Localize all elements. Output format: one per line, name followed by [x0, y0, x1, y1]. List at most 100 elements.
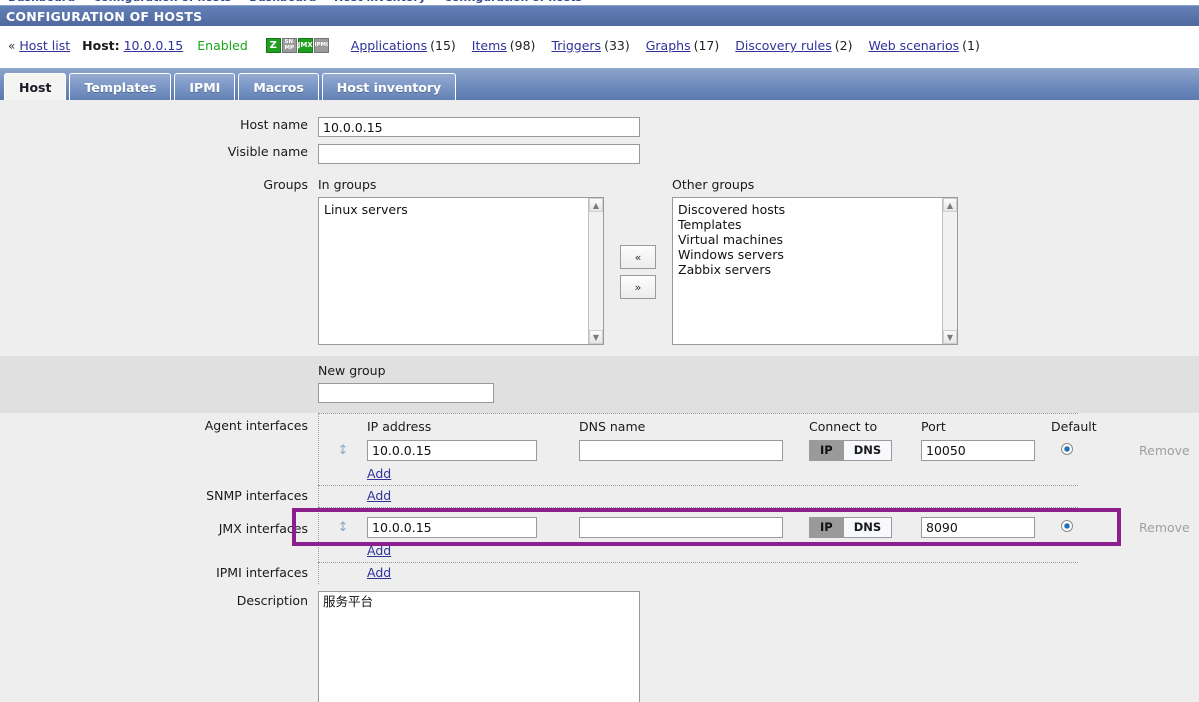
- ipmi-add-row: Add: [319, 563, 1078, 584]
- applications-count: (15): [430, 38, 456, 53]
- jmx-dns-input[interactable]: [579, 516, 783, 538]
- jmx-connect-to-toggle: IP DNS: [809, 516, 893, 538]
- list-item[interactable]: Templates: [678, 217, 953, 232]
- other-groups-caption: Other groups: [672, 177, 755, 192]
- ipmi-add-link[interactable]: Add: [367, 565, 391, 580]
- back-chevron-icon[interactable]: «: [8, 39, 15, 53]
- triggers-link-group: Triggers (33): [551, 38, 629, 53]
- other-groups-listbox[interactable]: Discovered hosts Templates Virtual machi…: [672, 197, 958, 345]
- jmx-default-radio[interactable]: [1061, 519, 1073, 532]
- col-ip-address: IP address: [367, 418, 432, 434]
- page-title: CONFIGURATION OF HOSTS: [6, 9, 203, 24]
- description-textarea[interactable]: 服务平台: [318, 591, 640, 702]
- tab-host[interactable]: Host: [4, 73, 67, 100]
- list-item[interactable]: Discovered hosts: [678, 202, 953, 217]
- agent-dns-input[interactable]: [579, 439, 783, 461]
- breadcrumb-items: Dashboard Configuration of hosts Dashboa…: [8, 0, 596, 4]
- jmx-interfaces-label: JMX interfaces: [218, 521, 308, 536]
- list-item[interactable]: Windows servers: [678, 247, 953, 262]
- snmp-add-link[interactable]: Add: [367, 488, 391, 503]
- snmp-add-row: Add: [319, 486, 1078, 507]
- list-item[interactable]: Zabbix servers: [678, 262, 953, 277]
- new-group-input[interactable]: [318, 383, 494, 403]
- web-scenarios-link[interactable]: Web scenarios: [868, 38, 959, 53]
- applications-link[interactable]: Applications: [351, 38, 427, 53]
- drag-handle-icon[interactable]: ↕: [319, 443, 367, 458]
- agent-connect-ip-option[interactable]: IP: [810, 440, 843, 460]
- host-name-row: Host name: [0, 100, 1199, 137]
- in-groups-caption: In groups: [318, 177, 377, 192]
- tab-macros[interactable]: Macros: [238, 73, 319, 100]
- tab-host-inventory[interactable]: Host inventory: [321, 73, 457, 100]
- page-title-bar: CONFIGURATION OF HOSTS: [0, 5, 1199, 26]
- zabbix-agent-availability-icon[interactable]: Z: [265, 38, 281, 53]
- jmx-connect-dns-option[interactable]: DNS: [842, 517, 892, 537]
- web-scenarios-count: (1): [962, 38, 980, 53]
- breadcrumb-item[interactable]: Configuration of hosts: [93, 0, 231, 4]
- host-status-badge[interactable]: Enabled: [197, 38, 248, 53]
- jmx-add-row: Add: [319, 541, 1078, 562]
- host-name-link[interactable]: 10.0.0.15: [124, 38, 184, 53]
- host-label: Host:: [82, 38, 120, 53]
- snmp-interfaces-table: Add: [318, 485, 1078, 507]
- groups-label: Groups: [263, 177, 308, 192]
- host-configuration-page: Dashboard Configuration of hosts Dashboa…: [0, 0, 1199, 702]
- scroll-up-icon[interactable]: ▲: [589, 198, 603, 212]
- breadcrumb-item[interactable]: Dashboard: [8, 0, 75, 4]
- visible-name-input[interactable]: [318, 144, 640, 164]
- agent-interfaces-table: IP address DNS name Connect to Port Defa…: [318, 413, 1190, 485]
- ipmi-availability-icon[interactable]: IPMI: [313, 38, 329, 53]
- discovery-rules-link-group: Discovery rules (2): [735, 38, 852, 53]
- jmx-ip-input[interactable]: [367, 516, 537, 538]
- agent-port-input[interactable]: [921, 439, 1035, 461]
- agent-add-link[interactable]: Add: [367, 466, 391, 481]
- scroll-down-icon[interactable]: ▼: [943, 330, 957, 344]
- discovery-rules-count: (2): [834, 38, 853, 53]
- col-port: Port: [921, 418, 946, 434]
- ipmi-interfaces-row: IPMI interfaces Add: [0, 562, 1199, 584]
- tab-templates[interactable]: Templates: [69, 73, 172, 100]
- agent-default-radio[interactable]: [1061, 442, 1073, 455]
- snmp-availability-icon[interactable]: SN MP: [281, 38, 297, 53]
- graphs-count: (17): [693, 38, 720, 53]
- snmp-icon-glyph: SN MP: [284, 39, 295, 51]
- jmx-port-input[interactable]: [921, 516, 1035, 538]
- snmp-interfaces-row: SNMP interfaces Add: [0, 485, 1199, 507]
- move-right-button[interactable]: »: [620, 275, 656, 299]
- breadcrumb-item[interactable]: Host inventory: [334, 0, 426, 4]
- agent-add-row: Add: [319, 464, 1078, 485]
- other-groups-scrollbar[interactable]: ▲ ▼: [942, 198, 957, 344]
- items-link[interactable]: Items: [472, 38, 507, 53]
- jmx-icon-glyph: JMX: [297, 41, 313, 49]
- in-groups-scrollbar[interactable]: ▲ ▼: [588, 198, 603, 344]
- items-count: (98): [509, 38, 536, 53]
- availability-icons: Z SN MP JMX IPMI: [265, 38, 329, 53]
- jmx-connect-ip-option[interactable]: IP: [810, 517, 843, 537]
- drag-handle-icon[interactable]: ↕: [319, 520, 367, 535]
- list-item[interactable]: Linux servers: [324, 202, 599, 217]
- jmx-availability-icon[interactable]: JMX: [297, 38, 313, 53]
- agent-ip-input[interactable]: [367, 439, 537, 461]
- jmx-add-link[interactable]: Add: [367, 543, 391, 558]
- agent-remove-link: Remove: [1139, 442, 1190, 458]
- breadcrumb-item[interactable]: Configuration of hosts: [444, 0, 582, 4]
- in-groups-listbox[interactable]: Linux servers ▲ ▼: [318, 197, 604, 345]
- host-name-input[interactable]: [318, 117, 640, 137]
- triggers-count: (33): [604, 38, 630, 53]
- host-list-link[interactable]: Host list: [19, 38, 70, 53]
- list-item[interactable]: Virtual machines: [678, 232, 953, 247]
- move-left-button[interactable]: «: [620, 245, 656, 269]
- scroll-up-icon[interactable]: ▲: [943, 198, 957, 212]
- triggers-link[interactable]: Triggers: [551, 38, 601, 53]
- discovery-rules-link[interactable]: Discovery rules: [735, 38, 831, 53]
- breadcrumb-item[interactable]: Dashboard: [249, 0, 316, 4]
- host-form: Host name Visible name Groups In groups: [0, 100, 1199, 702]
- agent-connect-to-toggle: IP DNS: [809, 439, 893, 461]
- scroll-down-icon[interactable]: ▼: [589, 330, 603, 344]
- tab-ipmi[interactable]: IPMI: [174, 73, 236, 100]
- ipmi-interfaces-table: Add: [318, 562, 1078, 584]
- jmx-remove-link: Remove: [1139, 519, 1190, 535]
- table-row: ↕ IP DNS: [319, 436, 1190, 464]
- graphs-link[interactable]: Graphs: [646, 38, 691, 53]
- agent-connect-dns-option[interactable]: DNS: [842, 440, 892, 460]
